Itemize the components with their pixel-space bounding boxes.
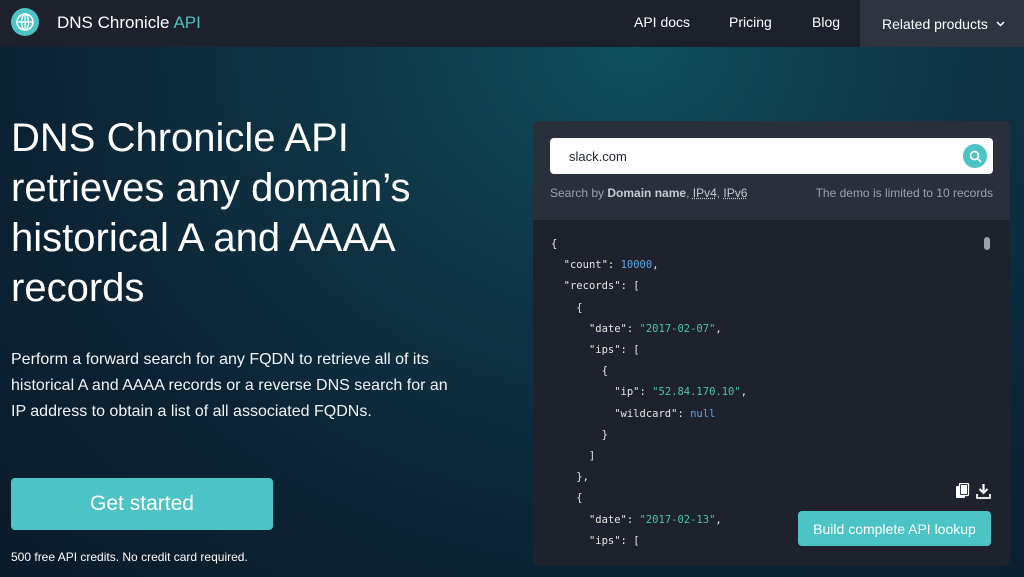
code-scrollbar[interactable] bbox=[984, 237, 990, 250]
hero-description: Perform a forward search for any FQDN to… bbox=[11, 351, 448, 420]
hint-ipv4[interactable]: IPv4 bbox=[693, 186, 717, 200]
demo-search-area: Search by Domain name, IPv4, IPv6 The de… bbox=[533, 121, 1010, 220]
json-response: { "count": 10000, "records": [ { "date":… bbox=[551, 238, 748, 547]
json-wildcard-value: null bbox=[690, 407, 716, 420]
related-products-dropdown[interactable]: Related products bbox=[860, 0, 1024, 47]
hint-ipv6[interactable]: IPv6 bbox=[723, 186, 747, 200]
demo-panel: Search by Domain name, IPv4, IPv6 The de… bbox=[533, 121, 1010, 566]
build-api-lookup-button[interactable]: Build complete API lookup bbox=[798, 511, 991, 546]
get-started-button[interactable]: Get started bbox=[11, 478, 273, 530]
brand-name: DNS Chronicle bbox=[57, 13, 170, 32]
json-ip-1: "52.84.170.10" bbox=[652, 386, 741, 399]
hero-title: DNS Chronicle API retrieves any domain’s… bbox=[11, 116, 411, 310]
brand-logo[interactable]: DNS Chronicle API bbox=[57, 13, 201, 33]
nav-link-pricing[interactable]: Pricing bbox=[729, 14, 772, 30]
hint-domain-name: Domain name bbox=[607, 186, 687, 200]
json-date-1: "2017-02-07" bbox=[639, 322, 716, 335]
globe-icon[interactable] bbox=[11, 8, 39, 36]
nav-link-api-docs[interactable]: API docs bbox=[634, 14, 690, 30]
related-products-label: Related products bbox=[882, 15, 988, 32]
json-count-value: 10000 bbox=[620, 259, 653, 272]
hint-prefix: Search by bbox=[550, 186, 605, 200]
json-date-2: "2017-02-13" bbox=[639, 513, 716, 526]
download-icon[interactable] bbox=[976, 483, 991, 499]
demo-limit-note: The demo is limited to 10 records bbox=[815, 186, 993, 200]
search-hint: Search by Domain name, IPv4, IPv6 bbox=[550, 186, 748, 200]
top-navbar: DNS Chronicle API API docs Pricing Blog R… bbox=[0, 0, 1024, 47]
search-input[interactable] bbox=[550, 138, 950, 174]
nav-link-blog[interactable]: Blog bbox=[812, 14, 840, 30]
brand-suffix: API bbox=[173, 13, 201, 32]
search-icon[interactable] bbox=[963, 144, 987, 168]
search-box bbox=[550, 138, 993, 174]
free-credits-note: 500 free API credits. No credit card req… bbox=[11, 550, 248, 564]
chevron-down-icon bbox=[996, 20, 1005, 27]
copy-icon[interactable] bbox=[955, 483, 970, 499]
